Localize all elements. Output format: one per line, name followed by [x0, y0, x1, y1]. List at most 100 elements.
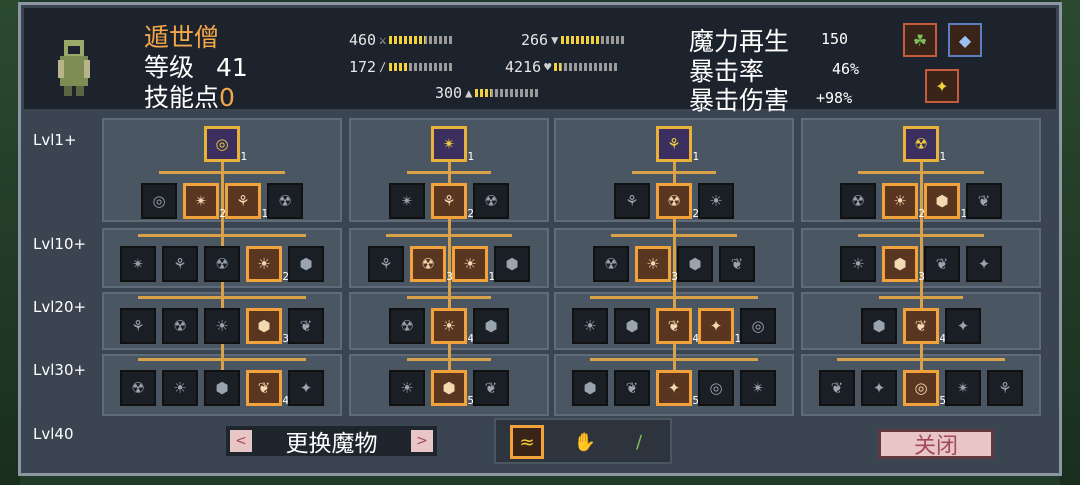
tree-4-skill-icon[interactable]: ❦ — [924, 246, 960, 282]
tree-3-skill-icon[interactable]: ✦ 1 — [698, 308, 741, 345]
monster-spirit-icon[interactable]: ≈ — [510, 425, 544, 459]
tree-1-skill-icon[interactable]: ☀ — [204, 308, 240, 344]
magic-bar — [389, 63, 454, 71]
tree-3-skill-icon[interactable]: ⬢ — [614, 308, 650, 344]
tree-1-skill-icon[interactable]: ⬢ 3 — [246, 308, 289, 345]
tree-2-skill-icon[interactable]: ☀ 4 — [431, 308, 474, 345]
tree-4-skill-icon[interactable]: ⬢ 1 — [924, 183, 967, 220]
tree-branch-line — [407, 358, 491, 361]
tree-3-skill-icon[interactable]: ✦ 5 — [656, 370, 699, 407]
tree-3-skill-icon[interactable]: ⚘ — [614, 183, 650, 219]
tree-branch-line — [407, 171, 491, 174]
tree-1-skill-icon[interactable]: ☀ — [162, 370, 198, 406]
tree-1-skill-icon[interactable]: ⚘ — [120, 308, 156, 344]
next-arrow-button[interactable]: > — [411, 430, 433, 452]
tree-2-skill-icon[interactable]: ☢ — [389, 308, 425, 344]
tree-1-skill-icon[interactable]: ✴ 2 — [183, 183, 226, 220]
lvl40-label: Lvl40 — [33, 425, 74, 443]
buff-leaf-icon[interactable]: ☘ — [903, 23, 937, 57]
tree-3-skill-icon[interactable]: ◎ — [740, 308, 776, 344]
tree-2-skill-icon[interactable]: ✴ — [389, 183, 425, 219]
tree-1-skill-icon[interactable]: ☢ — [204, 246, 240, 282]
tree-1-skill-icon[interactable]: ⚘ — [162, 246, 198, 282]
tree-3-skill-icon[interactable]: ☢ 2 — [656, 183, 699, 220]
lvl30-label: Lvl30+ — [33, 361, 87, 379]
tree-1-skill-icon[interactable]: ⬢ — [204, 370, 240, 406]
tree-4-skill-icon[interactable]: ⬢ 3 — [882, 246, 925, 283]
monster-blade-icon[interactable]: ∕ — [622, 425, 656, 459]
buff-sparkle-icon[interactable]: ✦ — [925, 69, 959, 103]
tree-1-skill-icon[interactable]: ✦ — [288, 370, 324, 406]
tree-3-root-skill-icon[interactable]: ⚘ 1 — [656, 126, 699, 163]
buff-shield-icon[interactable]: ◆ — [948, 23, 982, 57]
tree-4-skill-icon[interactable]: ✴ — [945, 370, 981, 406]
tree-4-skill-icon[interactable]: ✦ — [861, 370, 897, 406]
tree-3-skill-icon[interactable]: ☀ — [572, 308, 608, 344]
tree-1-skill-icon[interactable]: ❦ 4 — [246, 370, 289, 407]
tree-2-skill-icon[interactable]: ☢ — [473, 183, 509, 219]
tree-3-skill-icon[interactable]: ☀ — [698, 183, 734, 219]
tree-2-skill-icon[interactable]: ⚘ 2 — [431, 183, 474, 220]
tree-1-root-skill-icon[interactable]: ◎ 1 — [204, 126, 247, 163]
tree-4-skill-icon[interactable]: ❦ — [819, 370, 855, 406]
switch-monster-button[interactable]: < 更换魔物 > — [226, 426, 437, 457]
hp-stat: 4216 ♥ — [505, 58, 619, 76]
tree-4-skill-icon[interactable]: ☀ 2 — [882, 183, 925, 220]
tree-4-skill-icon[interactable]: ◎ 5 — [903, 370, 946, 407]
close-button[interactable]: 关闭 — [878, 429, 994, 459]
tree-3-skill-icon[interactable]: ✴ — [740, 370, 776, 406]
tree-3-skill-icon[interactable]: ☢ — [593, 246, 629, 282]
tree-3-skill-icon[interactable]: ⬢ — [572, 370, 608, 406]
shield-icon: ▼ — [551, 33, 559, 47]
tree-4-skill-icon[interactable]: ✦ — [966, 246, 1002, 282]
tree-1-skill-icon[interactable]: ☢ — [120, 370, 156, 406]
tree-2-skill-icon[interactable]: ☀ — [389, 370, 425, 406]
tree-1-skill-icon[interactable]: ☀ 2 — [246, 246, 289, 283]
tree-4-skill-icon[interactable]: ⬢ — [861, 308, 897, 344]
tree-3-skill-icon[interactable]: ❦ 4 — [656, 308, 699, 345]
tree-1-skill-icon[interactable]: ◎ — [141, 183, 177, 219]
tree-3-skill-icon[interactable]: ❦ — [719, 246, 755, 282]
magic-value: 172 — [349, 58, 377, 76]
prev-arrow-button[interactable]: < — [230, 430, 252, 452]
tree-3-skill-icon[interactable]: ❦ — [614, 370, 650, 406]
tree-4-skill-icon[interactable]: ☀ — [840, 246, 876, 282]
tree-1-skill-icon[interactable]: ⬢ — [288, 246, 324, 282]
tree-branch-line — [590, 358, 758, 361]
tree-3-skill-icon[interactable]: ⬢ — [677, 246, 713, 282]
forest-background-left — [0, 0, 20, 485]
tree-2-skill-icon[interactable]: ⬢ — [494, 246, 530, 282]
tree-branch-line — [879, 296, 963, 299]
tree-3-skill-icon[interactable]: ◎ — [698, 370, 734, 406]
tree-4-root-skill-icon[interactable]: ☢ 1 — [903, 126, 946, 163]
magic-stat: 172 ∕ — [349, 58, 454, 76]
tree-1-skill-icon[interactable]: ⚘ 1 — [225, 183, 268, 220]
tree-1-skill-icon[interactable]: ❦ — [288, 308, 324, 344]
wand-icon: ∕ — [379, 60, 387, 74]
tree-2-skill-icon[interactable]: ❦ — [473, 370, 509, 406]
tree-1-skill-icon[interactable]: ☢ — [162, 308, 198, 344]
tree-2-skill-icon[interactable]: ⬢ — [473, 308, 509, 344]
tree-2-skill-icon[interactable]: ⚘ — [368, 246, 404, 282]
tree-4-skill-icon[interactable]: ✦ — [945, 308, 981, 344]
lvl10-label: Lvl10+ — [33, 235, 87, 253]
tree-2-root-skill-icon[interactable]: ✴ 1 — [431, 126, 474, 163]
tree-4-skill-icon[interactable]: ⚘ — [987, 370, 1023, 406]
tree-4-skill-icon[interactable]: ☢ — [840, 183, 876, 219]
tree-4-skill-icon[interactable]: ❦ 4 — [903, 308, 946, 345]
tree-2-skill-icon[interactable]: ☢ 3 — [410, 246, 453, 283]
critdmg-value: +98% — [816, 89, 853, 107]
tree-1-skill-icon[interactable]: ☢ — [267, 183, 303, 219]
tree-3-skill-icon[interactable]: ☀ 3 — [635, 246, 678, 283]
tree-2-skill-icon[interactable]: ☀ 1 — [452, 246, 495, 283]
tree-2-skill-icon[interactable]: ⬢ 5 — [431, 370, 474, 407]
armor-stat: 266 ▼ — [521, 31, 626, 49]
tree-1-skill-icon[interactable]: ✴ — [120, 246, 156, 282]
misc-bar — [475, 89, 540, 97]
tree-4-skill-icon[interactable]: ❦ — [966, 183, 1002, 219]
monster-claw-icon[interactable]: ✋ — [568, 425, 602, 459]
hp-value: 4216 — [505, 58, 542, 76]
misc-value: 300 — [435, 84, 463, 102]
regen-value: 150 — [821, 30, 849, 48]
tree-branch-line — [138, 234, 306, 237]
